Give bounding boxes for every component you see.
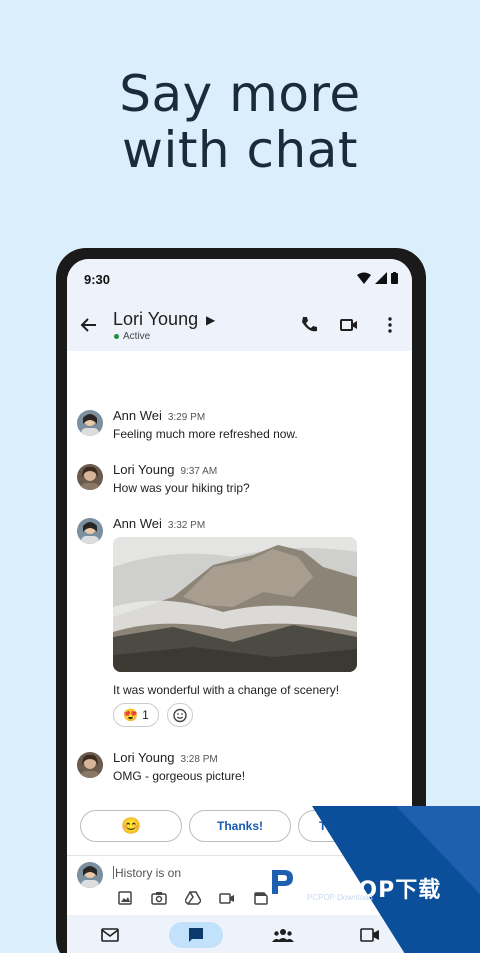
message-time: 3:28 PM — [180, 754, 218, 765]
shared-photo[interactable] — [113, 537, 357, 672]
phone-icon[interactable] — [299, 315, 319, 335]
message-time: 3:29 PM — [167, 412, 206, 423]
image-icon[interactable] — [115, 888, 135, 908]
headline-line-2: with chat — [122, 121, 358, 179]
chat-app-bar: Lori Young ▶ Active — [67, 299, 412, 351]
wifi-icon — [357, 272, 371, 284]
suggestion-chip-emoji[interactable]: 😊 — [80, 810, 182, 842]
avatar-lori-young[interactable] — [77, 752, 103, 778]
suggestion-chip-thanks[interactable]: Thanks! — [189, 810, 291, 842]
text-cursor — [113, 866, 114, 879]
status-time: 9:30 — [84, 272, 111, 287]
watermark-subtitle: PCPOP Download — [307, 893, 373, 902]
promo-headline: Say more with chat — [0, 66, 480, 178]
message-sender: Lori Young 3:28 PM — [113, 750, 218, 765]
message-sender: Lori Young 9:37 AM — [113, 462, 217, 477]
message-text: OMG - gorgeous picture! — [113, 769, 246, 783]
watermark-logo-icon — [261, 861, 301, 901]
message-input[interactable]: History is on — [113, 866, 181, 880]
message-time: 9:37 AM — [180, 466, 218, 477]
mail-icon — [101, 928, 119, 942]
chevron-right-icon[interactable]: ▶ — [206, 313, 215, 327]
video-icon — [360, 928, 379, 942]
message-text: Feeling much more refreshed now. — [113, 427, 298, 441]
sender-name: Ann Wei — [113, 408, 162, 423]
contact-name[interactable]: Lori Young — [113, 309, 198, 330]
reaction-emoji: 😍 — [123, 708, 139, 722]
sender-name: Lori Young — [113, 462, 175, 477]
more-vert-icon[interactable] — [380, 315, 400, 335]
sender-name: Lori Young — [113, 750, 175, 765]
bottom-navigation — [67, 915, 412, 953]
nav-mail[interactable] — [83, 922, 137, 948]
message-input-placeholder: History is on — [115, 866, 182, 880]
video-icon[interactable] — [339, 315, 359, 335]
presence-status: Active — [114, 331, 150, 342]
headline-line-1: Say more — [119, 65, 361, 123]
drive-icon[interactable] — [183, 888, 203, 908]
message-time: 3:32 PM — [167, 520, 206, 531]
status-bar: 9:30 — [67, 259, 412, 299]
add-reaction-button[interactable] — [167, 703, 193, 727]
avatar-ann-wei[interactable] — [77, 518, 103, 544]
active-dot — [114, 334, 119, 339]
sender-name: Ann Wei — [113, 516, 162, 531]
nav-spaces[interactable] — [256, 922, 310, 948]
message-text: It was wonderful with a change of scener… — [113, 683, 340, 697]
add-reaction-icon — [173, 708, 187, 723]
reaction-count: 1 — [142, 708, 149, 722]
composer-tools — [115, 888, 271, 908]
avatar-lori-young[interactable] — [77, 464, 103, 490]
avatar-ann-wei[interactable] — [77, 410, 103, 436]
battery-icon — [391, 272, 398, 284]
arrow-left-icon[interactable] — [79, 315, 99, 335]
reaction-chip[interactable]: 😍 1 — [113, 703, 159, 727]
message-sender: Ann Wei 3:29 PM — [113, 408, 205, 423]
nav-chat[interactable] — [169, 922, 223, 948]
message-sender: Ann Wei 3:32 PM — [113, 516, 205, 531]
message-text: How was your hiking trip? — [113, 481, 250, 495]
video-call-icon[interactable] — [217, 888, 237, 908]
camera-icon[interactable] — [149, 888, 169, 908]
people-icon — [272, 929, 294, 942]
presence-label: Active — [123, 331, 151, 342]
chat-icon — [189, 928, 203, 942]
avatar-self — [77, 862, 103, 888]
signal-icon — [375, 272, 387, 284]
